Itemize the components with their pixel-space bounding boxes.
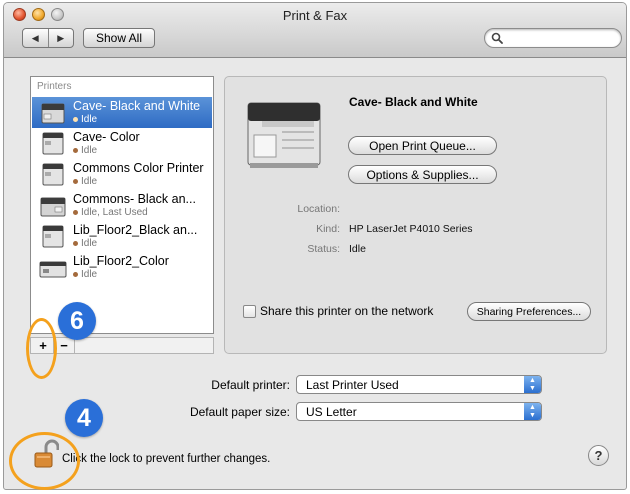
back-forward-control: ◀ ▶ xyxy=(22,28,74,48)
kind-label: Kind: xyxy=(316,223,340,235)
laser-printer-icon xyxy=(42,163,64,186)
printer-name: Lib_Floor2_Color xyxy=(73,254,169,268)
printers-list[interactable]: Printers Cave- Black and White Idle Cave… xyxy=(30,76,214,334)
kind-value: HP LaserJet P4010 Series xyxy=(349,223,473,235)
printer-item-commons-bw[interactable]: Commons- Black an... Idle, Last Used xyxy=(32,190,212,221)
updown-arrows-icon: ▲ ▼ xyxy=(524,403,541,420)
share-printer-checkbox[interactable] xyxy=(243,305,256,318)
default-paper-size-value: US Letter xyxy=(306,405,357,419)
share-printer-label: Share this printer on the network xyxy=(260,304,434,318)
printer-name: Commons Color Printer xyxy=(73,161,204,175)
printer-status: Idle xyxy=(81,145,98,156)
open-print-queue-button[interactable]: Open Print Queue... xyxy=(348,136,497,155)
laser-printer-icon xyxy=(40,197,66,217)
highlight-ring-add-button xyxy=(26,318,57,379)
default-paper-size-label: Default paper size: xyxy=(189,405,290,419)
laser-printer-icon xyxy=(42,225,64,248)
printers-list-header: Printers xyxy=(37,81,72,92)
default-printer-label: Default printer: xyxy=(211,378,290,392)
printer-large-icon xyxy=(247,102,321,168)
step-badge-add: 6 xyxy=(58,302,96,340)
location-label: Location: xyxy=(297,203,340,215)
printer-name: Cave- Black and White xyxy=(73,99,201,113)
printer-name: Commons- Black an... xyxy=(73,192,196,206)
status-dot-icon xyxy=(73,117,78,122)
laser-printer-icon xyxy=(42,132,64,155)
laser-printer-icon xyxy=(39,261,67,278)
printer-item-commons-color[interactable]: Commons Color Printer Idle xyxy=(32,159,212,190)
updown-arrows-icon: ▲ ▼ xyxy=(524,376,541,393)
back-arrow-icon[interactable]: ◀ xyxy=(23,29,49,47)
titlebar: Print & Fax ◀ ▶ Show All xyxy=(4,3,626,58)
laser-printer-icon xyxy=(41,103,65,124)
default-printer-value: Last Printer Used xyxy=(306,378,399,392)
printer-item-cave-color[interactable]: Cave- Color Idle xyxy=(32,128,212,159)
printer-status: Idle xyxy=(81,176,98,187)
sharing-preferences-button[interactable]: Sharing Preferences... xyxy=(467,302,591,321)
printer-name: Cave- Color xyxy=(73,130,140,144)
printer-item-lib-floor2-color[interactable]: Lib_Floor2_Color Idle xyxy=(32,252,212,283)
status-dot-icon xyxy=(73,241,78,246)
search-field[interactable] xyxy=(484,28,622,48)
printer-name: Lib_Floor2_Black an... xyxy=(73,223,198,237)
status-value: Idle xyxy=(349,243,366,255)
magnifier-icon xyxy=(491,32,503,44)
forward-arrow-icon[interactable]: ▶ xyxy=(49,29,74,47)
lock-message: Click the lock to prevent further change… xyxy=(62,453,271,465)
status-dot-icon xyxy=(73,148,78,153)
remove-printer-button[interactable]: − xyxy=(54,338,75,353)
printer-item-lib-floor2-bw[interactable]: Lib_Floor2_Black an... Idle xyxy=(32,221,212,252)
status-dot-icon xyxy=(73,179,78,184)
printer-status: Idle xyxy=(81,114,98,125)
printer-item-cave-bw[interactable]: Cave- Black and White Idle xyxy=(32,97,212,128)
status-dot-icon xyxy=(73,272,78,277)
add-remove-bar: + − xyxy=(30,337,214,354)
printer-status: Idle xyxy=(81,238,98,249)
printer-status: Idle xyxy=(81,269,98,280)
status-dot-icon xyxy=(73,210,78,215)
highlight-ring-lock xyxy=(9,432,80,490)
window-title: Print & Fax xyxy=(282,8,348,23)
status-label: Status: xyxy=(307,243,340,255)
options-supplies-button[interactable]: Options & Supplies... xyxy=(348,165,497,184)
search-input[interactable] xyxy=(505,31,619,47)
default-printer-popup[interactable]: Last Printer Used ▲ ▼ xyxy=(296,375,542,394)
help-button[interactable]: ? xyxy=(588,445,609,466)
default-paper-size-popup[interactable]: US Letter ▲ ▼ xyxy=(296,402,542,421)
selected-printer-name: Cave- Black and White xyxy=(349,95,478,109)
step-badge-lock: 4 xyxy=(65,399,103,437)
printer-status: Idle, Last Used xyxy=(81,207,148,218)
show-all-button[interactable]: Show All xyxy=(83,28,155,48)
